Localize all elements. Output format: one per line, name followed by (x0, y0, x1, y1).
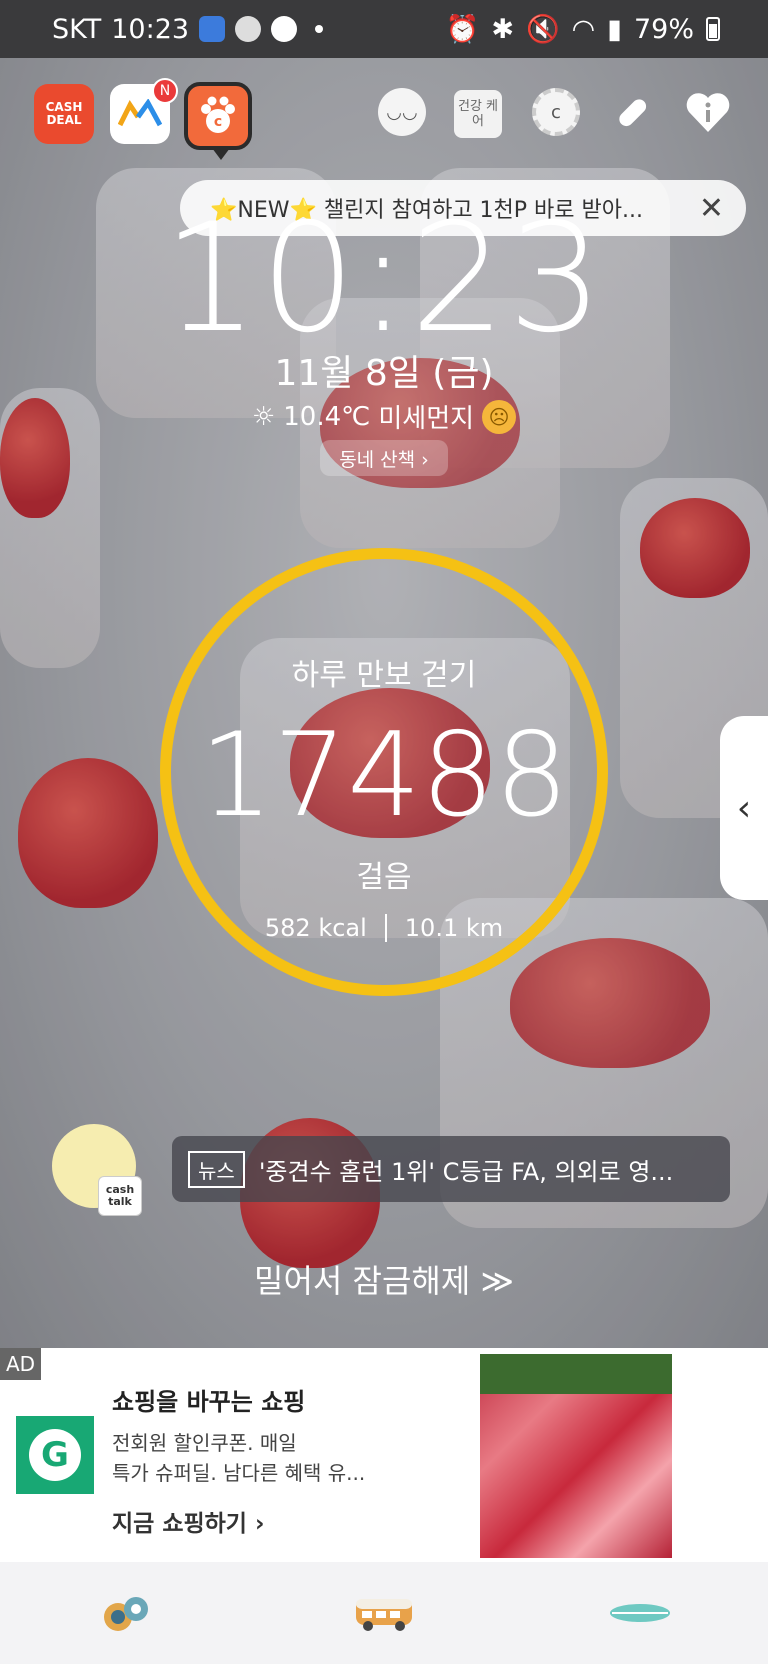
kcal-value: 582 kcal (264, 914, 367, 942)
van-icon[interactable] (352, 1593, 416, 1633)
dust-label: 미세먼지 (378, 404, 475, 434)
dust-face-icon: ☹ (482, 399, 517, 434)
wifi-icon: ◠ (571, 13, 596, 45)
pill-icon[interactable] (608, 88, 656, 136)
bubbles-icon[interactable] (96, 1593, 160, 1633)
carrier-label: SKT (52, 13, 102, 45)
coin-icon[interactable]: c (532, 88, 580, 136)
mute-icon: 🔇 (525, 14, 560, 45)
mask-icon[interactable]: ◡◡ (378, 88, 426, 136)
stats-divider (384, 914, 387, 942)
ad-banner[interactable]: AD G 쇼핑을 바꾸는 쇼핑 전회원 할인쿠폰. 매일 특가 슈퍼딜. 남다른… (0, 1348, 768, 1562)
unlock-hint[interactable]: 밀어서 잠금해제 ≫ (0, 1256, 768, 1302)
feather-icon (235, 16, 262, 42)
step-title: 하루 만보 걷기 (291, 658, 477, 693)
app-notification-icon (199, 16, 226, 42)
step-count: 17488 (199, 708, 569, 843)
news-ticker[interactable]: 뉴스 '중견수 홈런 1위' C등급 FA, 의외로 영... (172, 1136, 730, 1202)
ad-meat-image[interactable] (480, 1354, 672, 1558)
ad-description: 전회원 할인쿠폰. 매일 특가 슈퍼딜. 남다른 혜택 유... (112, 1428, 452, 1488)
ad-tag: AD (0, 1348, 42, 1380)
ad-cta-link[interactable]: 지금 쇼핑하기 › (112, 1504, 264, 1538)
cashdeal-label: CASH DEAL (45, 100, 83, 127)
battery-percent: 79% (633, 13, 694, 45)
ad-desc-line2: 특가 슈퍼딜. 남다른 혜택 유... (112, 1461, 366, 1485)
cashtalk-tag: cash talk (98, 1176, 142, 1216)
paw-app-icon[interactable]: c (184, 82, 252, 160)
temperature: 10.4℃ (283, 401, 371, 432)
sun-icon: ☼ (251, 401, 276, 432)
news-headline: '중견수 홈런 1위' C등급 FA, 의외로 영... (258, 1157, 674, 1186)
gmarket-logo-icon: G (16, 1416, 94, 1494)
health-label: 건강 케어 (457, 99, 498, 129)
alarm-icon: ⏰ (445, 14, 480, 45)
lock-date: 11월 8일 (금) (274, 353, 494, 394)
lock-clock: 10:23 (162, 192, 606, 366)
svg-text:c: c (214, 114, 222, 130)
weather-row: ☼ 10.4℃ 미세먼지 ☹ (0, 398, 768, 435)
trend-logo-icon (118, 99, 162, 127)
cashdeal-app-icon[interactable]: CASH DEAL (34, 84, 94, 144)
status-time: 10:23 (111, 13, 190, 45)
step-unit: 걸음 (356, 860, 412, 895)
cashtalk-avatar[interactable]: cash talk (52, 1124, 142, 1216)
ad-title: 쇼핑을 바꾸는 쇼핑 (112, 1388, 306, 1416)
surfboard-icon[interactable] (608, 1593, 672, 1633)
new-badge: N (152, 78, 178, 104)
distance-value: 10.1 km (404, 914, 504, 942)
health-care-button[interactable]: 건강 케어 (454, 90, 502, 138)
paw-icon: c (201, 96, 235, 133)
ad-desc-line1: 전회원 할인쿠폰. 매일 (112, 1431, 297, 1455)
side-panel-handle[interactable]: ‹ (720, 716, 768, 900)
signal-icon: ▮ (607, 13, 622, 45)
more-notifications-icon (315, 25, 324, 33)
bottom-nav (0, 1562, 768, 1664)
status-bar: SKT 10:23 ⏰ ✱ 🔇 ◠ ▮ 79% (0, 0, 768, 58)
heart-info-icon[interactable] (684, 88, 732, 136)
step-stats: 582 kcal 10.1 km (0, 914, 768, 942)
walk-button[interactable]: 동네 산책 › (320, 440, 448, 476)
bluetooth-icon: ✱ (491, 13, 514, 45)
chevron-left-icon: ‹ (736, 787, 752, 829)
trend-app-icon[interactable]: N (110, 78, 178, 144)
talk-icon (271, 16, 298, 42)
battery-icon (706, 17, 720, 41)
news-label: 뉴스 (188, 1150, 245, 1188)
